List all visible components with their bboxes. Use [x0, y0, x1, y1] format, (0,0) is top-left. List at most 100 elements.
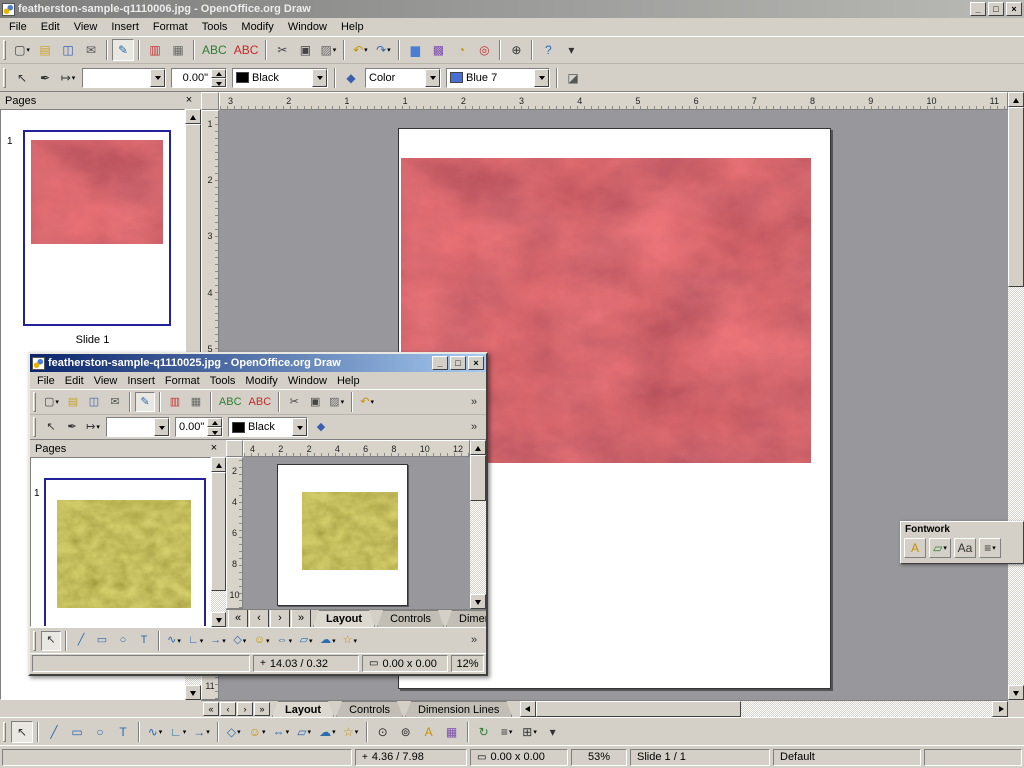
spellcheck-icon[interactable]: ABC: [216, 392, 245, 412]
toolbar-options-icon[interactable]: ▾: [560, 39, 582, 61]
status-zoom[interactable]: 53%: [571, 749, 627, 766]
edit-points-icon[interactable]: ⊙: [372, 721, 394, 743]
status-zoom[interactable]: 12%: [451, 655, 484, 672]
more-buttons-icon[interactable]: »: [464, 417, 484, 437]
toolbar-grip[interactable]: [33, 631, 36, 651]
basic-shapes-icon[interactable]: ◇▾: [230, 631, 250, 651]
export-pdf-icon[interactable]: ▥: [144, 39, 166, 61]
slide-caption[interactable]: Slide 1: [1, 334, 184, 346]
fontwork-gallery-icon[interactable]: A: [418, 721, 440, 743]
status-object-size[interactable]: ▭ 0.00 x 0.00: [362, 655, 448, 672]
fontwork-shape-icon[interactable]: ▱▾: [929, 538, 951, 558]
paste-dropdown-icon[interactable]: ▾: [333, 46, 337, 54]
fontwork-gallery-icon[interactable]: A: [904, 538, 926, 558]
fill-color-dropdown-icon[interactable]: [534, 69, 549, 87]
minimize-button[interactable]: _: [970, 2, 986, 16]
drawing-canvas[interactable]: [243, 457, 470, 609]
scroll-up-icon[interactable]: [470, 440, 486, 455]
line-style-combo[interactable]: [82, 68, 166, 88]
next-page-icon[interactable]: ›: [237, 702, 253, 716]
undo-dropdown-icon[interactable]: ▾: [364, 46, 368, 54]
menu-insert[interactable]: Insert: [104, 19, 146, 35]
cut-icon[interactable]: ✂: [284, 392, 304, 412]
fill-color-combo[interactable]: Blue 7: [446, 68, 550, 88]
spellcheck-icon[interactable]: ABC: [199, 39, 230, 61]
arrow-style-dropdown-icon[interactable]: ▾: [96, 423, 100, 431]
basic-shapes-icon[interactable]: ◇▾: [223, 721, 245, 743]
tab-layout[interactable]: Layout: [313, 610, 375, 627]
flowchart-icon[interactable]: ▱▾: [296, 631, 316, 651]
status-cursor-position[interactable]: + 4.36 / 7.98: [355, 749, 467, 766]
undo-icon[interactable]: ↶▾: [357, 392, 377, 412]
menu-window[interactable]: Window: [283, 373, 332, 389]
zoom-icon[interactable]: ⊕: [505, 39, 527, 61]
restore-button[interactable]: □: [988, 2, 1004, 16]
lines-arrows-dropdown-icon[interactable]: ▾: [222, 637, 226, 645]
callouts-dropdown-icon[interactable]: ▾: [332, 637, 336, 645]
spin-down-icon[interactable]: [211, 78, 226, 87]
navigator-icon[interactable]: ◎: [473, 39, 495, 61]
spin-down-icon[interactable]: [207, 427, 222, 436]
stars-dropdown-icon[interactable]: ▾: [353, 637, 357, 645]
flowchart-icon[interactable]: ▱▾: [293, 721, 315, 743]
scroll-thumb[interactable]: [536, 701, 741, 717]
menu-modify[interactable]: Modify: [240, 373, 282, 389]
ink-pen-icon[interactable]: ✒: [34, 67, 56, 89]
block-arrows-icon[interactable]: ⇔▾: [270, 721, 293, 743]
line-color-dropdown-icon[interactable]: [292, 418, 307, 436]
scroll-thumb[interactable]: [1008, 107, 1024, 287]
scroll-right-icon[interactable]: [992, 701, 1008, 717]
next-page-icon[interactable]: ›: [270, 609, 290, 627]
paste-dropdown-icon[interactable]: ▾: [341, 398, 345, 406]
fontwork-palette-title[interactable]: Fontwork: [901, 522, 1023, 537]
stars-icon[interactable]: ☆▾: [340, 631, 360, 651]
export-pdf-icon[interactable]: ▥: [165, 392, 185, 412]
menu-edit[interactable]: Edit: [34, 19, 67, 35]
scroll-thumb[interactable]: [211, 472, 226, 591]
menu-file[interactable]: File: [2, 19, 34, 35]
child-document-window[interactable]: featherston-sample-q1110025.jpg - OpenOf…: [28, 352, 488, 676]
curve-tool-icon[interactable]: ∿▾: [144, 721, 166, 743]
menu-help[interactable]: Help: [332, 373, 365, 389]
pages-panel-header[interactable]: Pages ×: [0, 92, 201, 109]
symbol-shapes-dropdown-icon[interactable]: ▾: [262, 728, 266, 736]
tab-dimension-lin[interactable]: Dimension Lin: [446, 610, 486, 627]
spin-up-icon[interactable]: [207, 418, 222, 427]
copy-icon[interactable]: ▣: [305, 392, 325, 412]
maximize-button[interactable]: □: [450, 356, 466, 370]
select-tool-icon[interactable]: ↖: [11, 721, 33, 743]
toolbar-grip[interactable]: [33, 392, 36, 412]
fontwork-palette[interactable]: Fontwork A▱▾Aa≡▾: [900, 521, 1024, 564]
menu-modify[interactable]: Modify: [234, 19, 280, 35]
edit-file-icon[interactable]: ✎: [112, 39, 134, 61]
menu-file[interactable]: File: [32, 373, 60, 389]
pages-panel-header[interactable]: Pages ×: [30, 440, 226, 457]
line-tool-icon[interactable]: ╱: [43, 721, 65, 743]
ellipse-tool-icon[interactable]: ○: [89, 721, 111, 743]
connector-tool-dropdown-icon[interactable]: ▾: [183, 728, 187, 736]
block-arrows-icon[interactable]: ⇔▾: [274, 631, 296, 651]
status-page-style[interactable]: Default: [773, 749, 921, 766]
connector-tool-dropdown-icon[interactable]: ▾: [200, 637, 204, 645]
menu-tools[interactable]: Tools: [205, 373, 241, 389]
menu-format[interactable]: Format: [160, 373, 205, 389]
line-color-combo[interactable]: Black: [232, 68, 328, 88]
menu-view[interactable]: View: [67, 19, 105, 35]
slide-thumbnail[interactable]: [44, 478, 206, 627]
insert-chart-icon[interactable]: ▆: [404, 39, 426, 61]
fill-style-combo[interactable]: Color: [365, 68, 441, 88]
area-fill-icon[interactable]: ◆: [340, 67, 362, 89]
print-icon[interactable]: ▦: [167, 39, 189, 61]
select-tool-icon[interactable]: ↖: [41, 631, 61, 651]
status-slide[interactable]: Slide 1 / 1: [630, 749, 770, 766]
arrange-icon[interactable]: ⊞▾: [519, 721, 541, 743]
block-arrows-dropdown-icon[interactable]: ▾: [289, 637, 293, 645]
alignment-icon[interactable]: ≡▾: [496, 721, 518, 743]
main-titlebar[interactable]: featherston-sample-q1110006.jpg - OpenOf…: [0, 0, 1024, 18]
line-color-dropdown-icon[interactable]: [312, 69, 327, 87]
previous-page-icon[interactable]: ‹: [249, 609, 269, 627]
gallery-icon[interactable]: ◔: [450, 39, 472, 61]
drawbar-options-icon[interactable]: ▾: [542, 721, 564, 743]
close-button[interactable]: ×: [468, 356, 484, 370]
horizontal-ruler[interactable]: 4224681012: [243, 440, 470, 457]
